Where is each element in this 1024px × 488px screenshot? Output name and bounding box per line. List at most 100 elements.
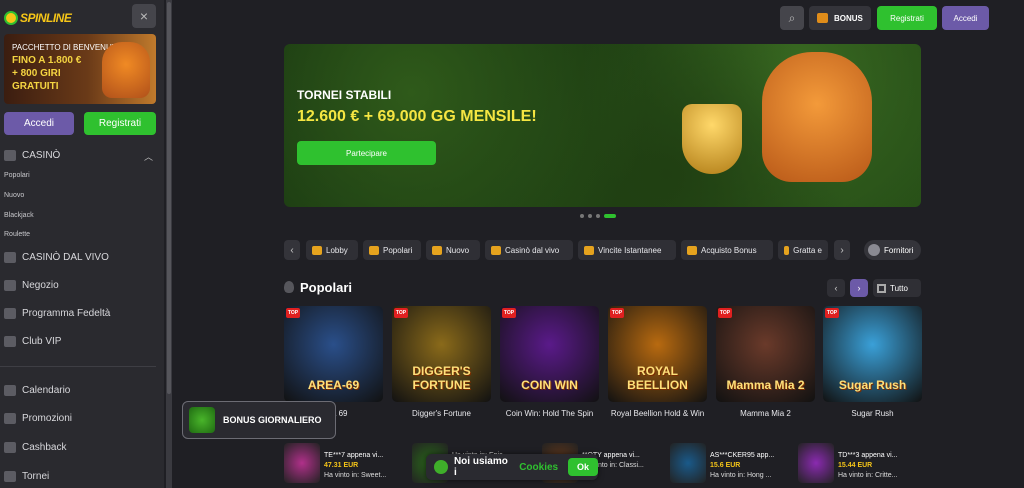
winner-amount: 47.31 EUR	[324, 462, 359, 469]
category-label: Gratta e	[793, 245, 822, 255]
search-button[interactable]: ⌕	[780, 6, 804, 30]
winner-user: AS***CKER95 app...	[710, 452, 775, 459]
casino-icon	[4, 150, 16, 161]
game-card[interactable]: TOP Mamma Mia 2	[716, 306, 815, 402]
chevron-up-icon[interactable]: ︿	[144, 150, 153, 163]
sidebar-item-label: CASINÒ	[22, 150, 61, 161]
winner-text: TD***3 appena vi... 15.44 EUR Ha vinto in:…	[838, 443, 898, 488]
game-card[interactable]: TOP DIGGER'S FORTUNE	[392, 306, 491, 402]
carousel-dot[interactable]	[580, 214, 584, 218]
sidebar-item-calendar[interactable]: Calendario	[4, 385, 70, 396]
carousel-dot-active[interactable]	[604, 214, 616, 218]
register-button[interactable]: Registrati	[877, 6, 937, 30]
sidebar-sub-blackjack[interactable]: Blackjack	[4, 212, 34, 219]
game-name[interactable]: Mamma Mia 2	[716, 409, 815, 418]
sidebar-item-label: Tornei	[22, 471, 50, 482]
top-badge: TOP	[610, 308, 624, 318]
sidebar-login-button[interactable]: Accedi	[4, 112, 74, 135]
providers-button[interactable]: Fornitori	[864, 240, 921, 260]
squirrel-mascot-image	[102, 42, 150, 98]
game-card[interactable]: TOP Sugar Rush	[823, 306, 922, 402]
promo-line4: GRATUITI	[12, 81, 59, 92]
category-scratch[interactable]: Gratta e	[778, 240, 828, 260]
chest-icon	[687, 245, 697, 255]
cookie-ok-button[interactable]: Ok	[568, 458, 598, 476]
winner-item[interactable]: TD***3 appena vi... 15.44 EUR Ha vinto in:…	[798, 443, 898, 488]
category-new[interactable]: Nuovo	[426, 240, 480, 260]
welcome-promo-banner[interactable]: PACCHETTO DI BENVENUTO FINO A 1.800 € + …	[4, 34, 156, 104]
sidebar-sub-popolari[interactable]: Popolari	[4, 172, 30, 179]
category-bar: ‹ Lobby Popolari Nuovo Casinò dal vivo V…	[284, 240, 921, 262]
game-name[interactable]: Sugar Rush	[823, 409, 922, 418]
sidebar-item-casino[interactable]: CASINÒ	[4, 150, 60, 161]
winner-user: TE***7 appena vi...	[324, 452, 384, 459]
game-art-title: DIGGER'S FORTUNE	[412, 364, 471, 392]
sidebar-item-live-casino[interactable]: CASINÒ DAL VIVO	[4, 252, 109, 263]
game-name[interactable]: Royal Beellion Hold & Win	[608, 409, 707, 418]
winner-amount: 15.6 EUR	[710, 462, 741, 469]
winner-item[interactable]: AS***CKER95 app... 15.6 EUR Ha vinto in: H…	[670, 443, 774, 488]
gift-box-icon	[189, 407, 215, 433]
category-next-button[interactable]: ›	[834, 240, 850, 260]
sidebar-register-button[interactable]: Registrati	[84, 112, 156, 135]
sidebar-item-tournaments[interactable]: Tornei	[4, 471, 49, 482]
loyalty-icon	[4, 308, 16, 319]
logo-icon	[4, 11, 18, 25]
view-all-button[interactable]: Tutto	[873, 279, 921, 297]
sidebar-item-loyalty[interactable]: Programma Fedeltà	[4, 308, 110, 319]
section-title: Popolari	[300, 280, 353, 295]
winner-text: AS***CKER95 app... 15.6 EUR Ha vinto in: H…	[710, 443, 774, 488]
game-name[interactable]: Coin Win: Hold The Spin	[500, 409, 599, 418]
category-instant-wins[interactable]: Vincite Istantanee	[578, 240, 676, 260]
games-next-button[interactable]: ›	[850, 279, 868, 297]
search-icon: ⌕	[788, 10, 796, 25]
chevron-left-icon: ‹	[834, 283, 838, 293]
category-live-casino[interactable]: Casinò dal vivo	[485, 240, 573, 260]
cashback-icon	[4, 442, 16, 453]
sidebar-item-promotions[interactable]: Promozioni	[4, 413, 72, 424]
sidebar-item-shop[interactable]: Negozio	[4, 280, 59, 291]
sidebar-sub-roulette[interactable]: Roulette	[4, 231, 30, 238]
category-label: Popolari	[383, 245, 413, 255]
category-popular[interactable]: Popolari	[363, 240, 421, 260]
shop-icon	[4, 280, 16, 291]
sidebar-sub-nuovo[interactable]: Nuovo	[4, 192, 24, 199]
sidebar-item-cashback[interactable]: Cashback	[4, 442, 66, 453]
sidebar-item-vip[interactable]: Club VIP	[4, 336, 61, 347]
game-card[interactable]: TOP ROYAL BEELLION	[608, 306, 707, 402]
winner-item[interactable]: TE***7 appena vi... 47.31 EUR Ha vinto in:…	[284, 443, 386, 488]
lobby-icon	[312, 245, 322, 255]
live-icon	[491, 245, 501, 255]
chevron-left-icon: ‹	[290, 244, 294, 256]
chevron-right-icon: ›	[857, 283, 861, 293]
providers-icon	[868, 244, 880, 256]
category-lobby[interactable]: Lobby	[306, 240, 358, 260]
cookie-notice: Noi usiamo i Cookies Ok	[426, 454, 598, 480]
bonus-button[interactable]: BONUS	[809, 6, 871, 30]
category-label: Casinò dal vivo	[505, 245, 560, 255]
top-badge: TOP	[502, 308, 516, 318]
logo[interactable]: SPINLINE	[4, 8, 76, 28]
calendar-icon	[4, 385, 16, 396]
sidebar-scrollbar-thumb[interactable]	[167, 2, 171, 394]
games-prev-button[interactable]: ‹	[827, 279, 845, 297]
category-label: Lobby	[326, 245, 348, 255]
login-button[interactable]: Accedi	[942, 6, 989, 30]
game-card[interactable]: TOP COIN WIN	[500, 306, 599, 402]
sidebar-divider	[0, 366, 156, 367]
carousel-dots[interactable]	[580, 214, 616, 218]
category-label: Nuovo	[446, 245, 470, 255]
category-bonus-buy[interactable]: Acquisto Bonus	[681, 240, 773, 260]
category-prev-button[interactable]: ‹	[284, 240, 300, 260]
participate-button[interactable]: Partecipare	[297, 141, 436, 165]
cookies-link[interactable]: Cookies	[519, 462, 558, 473]
game-name[interactable]: Digger's Fortune	[392, 409, 491, 418]
squirrel-mascot-image	[762, 52, 872, 182]
winner-game-thumbnail	[798, 443, 834, 483]
carousel-dot[interactable]	[588, 214, 592, 218]
daily-bonus-button[interactable]: BONUS GIORNALIERO	[182, 401, 336, 439]
close-sidebar-button[interactable]: ×	[132, 4, 156, 28]
game-card[interactable]: TOP AREA-69	[284, 306, 383, 402]
hero-banner[interactable]: TORNEI STABILI 12.600 € + 69.000 GG MENS…	[284, 44, 921, 207]
carousel-dot[interactable]	[596, 214, 600, 218]
